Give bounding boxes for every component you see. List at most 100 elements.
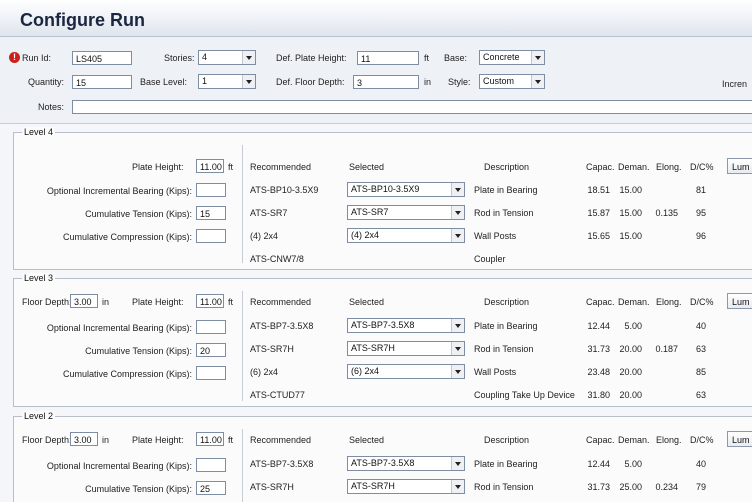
notes-label: Notes: [38, 102, 65, 112]
capac-cell: 31.73 [587, 482, 610, 492]
elong-cell: 0.234 [655, 482, 678, 492]
capac-cell: 15.87 [587, 208, 610, 218]
col-description: Description [484, 435, 530, 445]
col-elong: Elong. [656, 297, 682, 307]
chevron-down-icon [242, 51, 255, 64]
deman-cell: 5.00 [624, 321, 642, 331]
style-value: Custom [483, 76, 515, 86]
level-title: Level 2 [22, 411, 56, 421]
selected-select[interactable]: ATS-BP7-3.5X8 [347, 318, 465, 333]
description-cell: Rod in Tension [474, 344, 534, 354]
stories-select[interactable]: 4 [198, 50, 256, 65]
cum-compression-label: Cumulative Compression (Kips): [62, 232, 192, 242]
cum-tension-input[interactable]: 15 [196, 206, 226, 220]
selected-value: (6) 2x4 [351, 366, 380, 376]
recommended-cell: (6) 2x4 [250, 367, 279, 377]
configure-run-window: Configure Run ! Run Id: LS405 Quantity: … [0, 0, 752, 502]
elong-cell: 0.135 [655, 208, 678, 218]
floor-depth-unit: in [102, 297, 110, 307]
def-floor-depth-unit: in [424, 77, 432, 87]
recommended-cell: ATS-SR7H [250, 344, 294, 354]
inc-bearing-input[interactable] [196, 458, 226, 472]
inc-bearing-input[interactable] [196, 320, 226, 334]
selected-select[interactable]: ATS-SR7 [347, 205, 465, 220]
run-id-label: Run Id: [22, 53, 52, 63]
cum-compression-input[interactable] [196, 229, 226, 243]
selected-select[interactable]: ATS-SR7H [347, 479, 465, 494]
chevron-down-icon [451, 480, 464, 493]
selected-select[interactable]: ATS-BP10-3.5X9 [347, 182, 465, 197]
capac-cell: 12.44 [587, 459, 610, 469]
floor-depth-label: Floor Depth: [22, 435, 72, 445]
window-title: Configure Run [20, 10, 145, 30]
style-select[interactable]: Custom [479, 74, 545, 89]
deman-cell: 20.00 [619, 344, 642, 354]
dc-cell: 96 [695, 231, 706, 241]
chevron-down-icon [451, 365, 464, 378]
col-deman: Deman. [618, 162, 650, 172]
plate-height-label: Plate Height: [132, 162, 184, 172]
floor-depth-input[interactable]: 3.00 [70, 294, 98, 308]
recommended-cell: ATS-BP7-3.5X8 [250, 459, 314, 469]
quantity-input[interactable]: 15 [72, 75, 132, 89]
base-value: Concrete [483, 52, 520, 62]
def-floor-depth-input[interactable]: 3 [353, 75, 419, 89]
col-elong: Elong. [656, 435, 682, 445]
deman-cell: 15.00 [619, 231, 642, 241]
chevron-down-icon [242, 75, 255, 88]
recommended-cell: (4) 2x4 [250, 231, 279, 241]
chevron-down-icon [451, 229, 464, 242]
description-cell: Wall Posts [474, 367, 517, 377]
dc-cell: 85 [695, 367, 706, 377]
dc-cell: 81 [695, 185, 706, 195]
selected-select[interactable]: (4) 2x4 [347, 228, 465, 243]
recommended-cell: ATS-BP7-3.5X8 [250, 321, 314, 331]
cum-tension-input[interactable]: 20 [196, 343, 226, 357]
lumber-button[interactable]: Lum [727, 293, 752, 309]
dc-cell: 63 [695, 344, 706, 354]
selected-value: ATS-BP7-3.5X8 [351, 320, 415, 330]
notes-input[interactable] [72, 100, 752, 114]
cum-tension-input[interactable]: 25 [196, 481, 226, 495]
selected-value: ATS-BP7-3.5X8 [351, 458, 415, 468]
base-label: Base: [444, 53, 468, 63]
lumber-button[interactable]: Lum [727, 431, 752, 447]
levels-panel: Level 4 Plate Height: 11.00 ft Optional … [0, 124, 752, 502]
deman-cell: 5.00 [624, 459, 642, 469]
inc-bearing-input[interactable] [196, 183, 226, 197]
plate-height-input[interactable]: 11.00 [196, 159, 224, 173]
lumber-button[interactable]: Lum [727, 158, 752, 174]
def-plate-height-input[interactable]: 11 [357, 51, 419, 65]
style-label: Style: [448, 77, 471, 87]
plate-height-unit: ft [228, 435, 234, 445]
selected-select[interactable]: (6) 2x4 [347, 364, 465, 379]
stories-value: 4 [202, 52, 208, 62]
chevron-down-icon [451, 319, 464, 332]
base-level-select[interactable]: 1 [198, 74, 256, 89]
run-id-input[interactable]: LS405 [72, 51, 132, 65]
cum-tension-label: Cumulative Tension (Kips): [85, 209, 192, 219]
base-select[interactable]: Concrete [479, 50, 545, 65]
col-selected: Selected [349, 162, 385, 172]
plate-height-unit: ft [228, 297, 234, 307]
recommended-cell: ATS-CNW7/8 [250, 254, 304, 264]
description-cell: Rod in Tension [474, 208, 534, 218]
selected-value: ATS-BP10-3.5X9 [351, 184, 420, 194]
chevron-down-icon [451, 206, 464, 219]
capac-cell: 15.65 [587, 231, 610, 241]
description-cell: Rod in Tension [474, 482, 534, 492]
selected-select[interactable]: ATS-SR7H [347, 341, 465, 356]
selected-value: ATS-SR7 [351, 207, 389, 217]
recommended-cell: ATS-BP10-3.5X9 [250, 185, 319, 195]
cum-compression-input[interactable] [196, 366, 226, 380]
cum-compression-label: Cumulative Compression (Kips): [62, 369, 192, 379]
description-cell: Plate in Bearing [474, 459, 538, 469]
plate-height-input[interactable]: 11.00 [196, 432, 224, 446]
incremental-label: Incren [722, 79, 748, 89]
selected-select[interactable]: ATS-BP7-3.5X8 [347, 456, 465, 471]
col-description: Description [484, 297, 530, 307]
floor-depth-input[interactable]: 3.00 [70, 432, 98, 446]
plate-height-input[interactable]: 11.00 [196, 294, 224, 308]
deman-cell: 15.00 [619, 185, 642, 195]
quantity-label: Quantity: [28, 77, 65, 87]
